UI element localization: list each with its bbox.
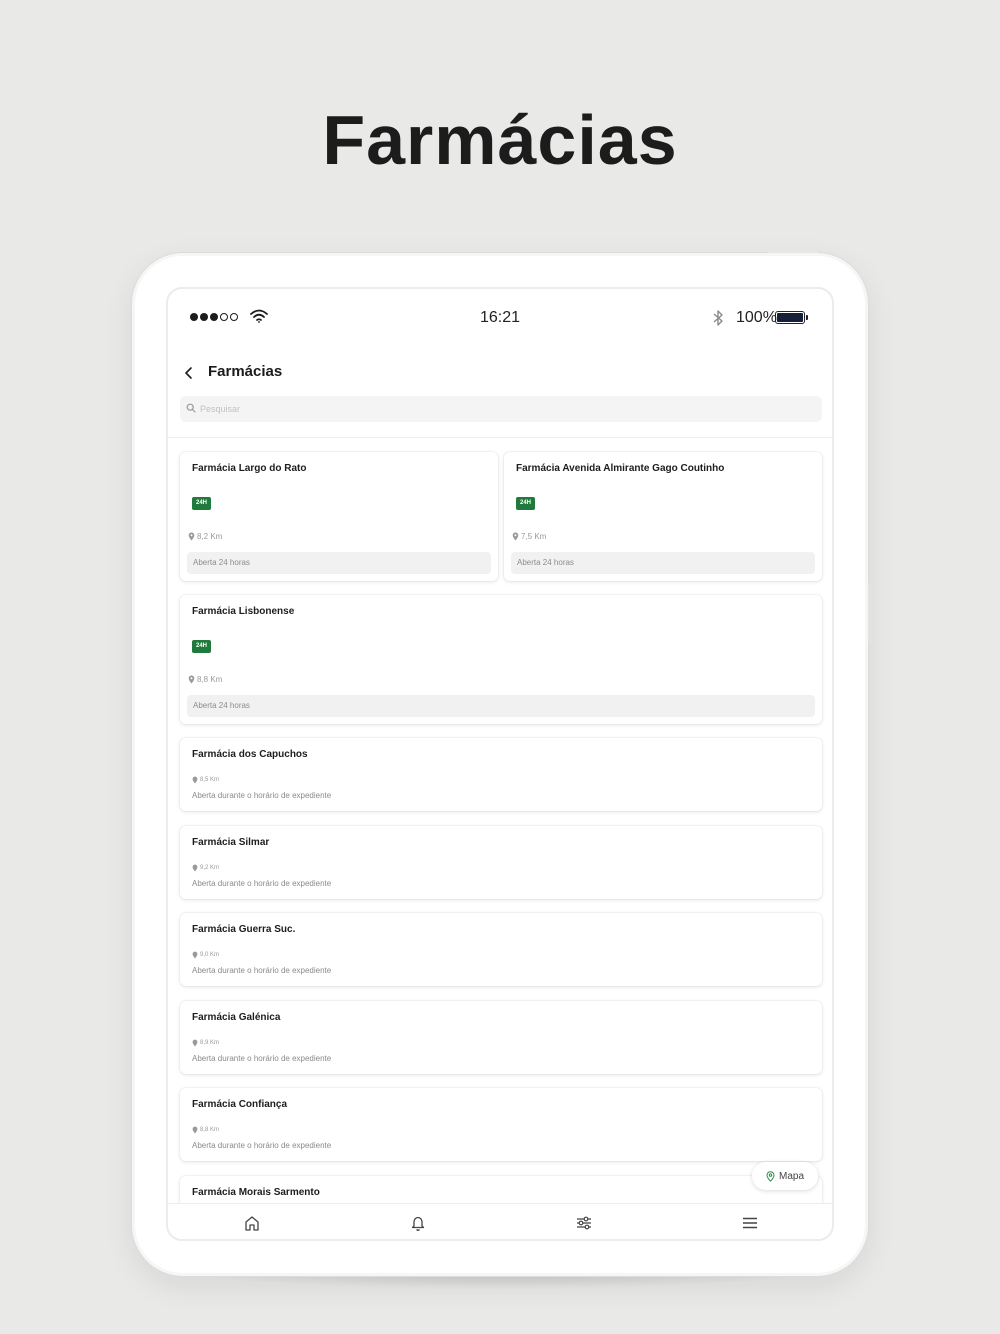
pharmacy-card[interactable]: Farmácia Galénica 8,9 Km Aberta durante … bbox=[180, 1001, 822, 1074]
distance-row: 9,2 Km bbox=[192, 864, 219, 872]
distance-text: 9,2 Km bbox=[200, 865, 220, 871]
pharmacy-name: Farmácia Largo do Rato bbox=[192, 463, 307, 474]
distance-row: 8,5 Km bbox=[192, 776, 219, 784]
bluetooth-icon bbox=[713, 310, 723, 326]
location-pin-icon bbox=[188, 532, 195, 541]
hours-text: Aberta durante o horário de expediente bbox=[192, 879, 332, 888]
hours-box: Aberta 24 horas bbox=[187, 552, 491, 574]
distance-row: 8,9 Km bbox=[192, 1039, 219, 1047]
distance-row: 8,2 Km bbox=[188, 532, 222, 541]
battery-icon bbox=[775, 311, 808, 324]
hours-box: Aberta 24 horas bbox=[511, 552, 815, 574]
hours-box: Aberta 24 horas bbox=[187, 695, 815, 717]
distance-text: 8,9 Km bbox=[200, 1040, 220, 1046]
back-chevron-icon[interactable] bbox=[182, 365, 196, 381]
pharmacy-card[interactable]: Farmácia Confiança 8,8 Km Aberta durante… bbox=[180, 1088, 822, 1161]
distance-text: 8,2 Km bbox=[197, 532, 223, 541]
pharmacy-card[interactable]: Farmácia Guerra Suc. 9,0 Km Aberta duran… bbox=[180, 913, 822, 986]
map-button-label: Mapa bbox=[778, 1170, 804, 1182]
hours-text: Aberta 24 horas bbox=[193, 558, 250, 567]
pharmacy-name: Farmácia Avenida Almirante Gago Coutinho bbox=[516, 463, 725, 474]
distance-text: 8,8 Km bbox=[197, 675, 223, 684]
pharmacy-name: Farmácia Guerra Suc. bbox=[192, 924, 296, 935]
tablet-side-button bbox=[868, 583, 872, 643]
pharmacy-name: Farmácia Galénica bbox=[192, 1012, 281, 1023]
pharmacy-card[interactable]: Farmácia dos Capuchos 8,5 Km Aberta dura… bbox=[180, 738, 822, 811]
hours-text: Aberta 24 horas bbox=[193, 701, 250, 710]
hours-text: Aberta durante o horário de expediente bbox=[192, 791, 332, 800]
distance-text: 7,5 Km bbox=[521, 532, 547, 541]
pharmacy-card-24h[interactable]: Farmácia Lisbonense 24H 8,8 Km Aberta 24… bbox=[180, 595, 822, 724]
hours-text: Aberta 24 horas bbox=[517, 558, 574, 567]
distance-text: 8,8 Km bbox=[200, 1127, 220, 1133]
hours-text: Aberta durante o horário de expediente bbox=[192, 1054, 332, 1063]
map-pin-icon bbox=[766, 1170, 775, 1182]
sliders-icon[interactable] bbox=[574, 1214, 594, 1232]
pharmacy-name: Farmácia Confiança bbox=[192, 1099, 288, 1110]
location-pin-icon bbox=[192, 1126, 198, 1134]
location-pin-icon bbox=[512, 532, 519, 541]
location-pin-icon bbox=[192, 864, 198, 872]
map-button[interactable]: Mapa bbox=[752, 1162, 818, 1190]
distance-text: 9,0 Km bbox=[200, 952, 220, 958]
distance-row: 7,5 Km bbox=[512, 532, 546, 541]
distance-text: 8,5 Km bbox=[200, 777, 220, 783]
search-icon bbox=[186, 403, 196, 413]
bottom-navigation bbox=[168, 1203, 832, 1239]
pharmacy-card-24h[interactable]: Farmácia Avenida Almirante Gago Coutinho… bbox=[504, 452, 822, 581]
location-pin-icon bbox=[192, 951, 198, 959]
tablet-power-button bbox=[768, 250, 818, 253]
header-divider bbox=[168, 437, 832, 438]
24h-badge: 24H bbox=[192, 497, 212, 510]
distance-row: 8,8 Km bbox=[188, 675, 222, 684]
search-bar[interactable] bbox=[180, 396, 822, 422]
24h-badge: 24H bbox=[192, 640, 212, 653]
hours-text: Aberta durante o horário de expediente bbox=[192, 1141, 332, 1150]
distance-row: 8,8 Km bbox=[192, 1126, 219, 1134]
24h-badge: 24H bbox=[516, 497, 536, 510]
status-time: 16:21 bbox=[479, 309, 521, 326]
pharmacy-name: Farmácia dos Capuchos bbox=[192, 749, 308, 760]
pharmacy-card-24h[interactable]: Farmácia Largo do Rato 24H 8,2 Km Aberta… bbox=[180, 452, 498, 581]
status-bar: 16:21 100% bbox=[168, 289, 832, 349]
location-pin-icon bbox=[192, 1039, 198, 1047]
home-icon[interactable] bbox=[242, 1214, 262, 1232]
hours-text: Aberta durante o horário de expediente bbox=[192, 966, 332, 975]
headline: Farmácias bbox=[322, 101, 678, 179]
pharmacy-card[interactable]: Farmácia Silmar 9,2 Km Aberta durante o … bbox=[180, 826, 822, 899]
page-title: Farmácias bbox=[208, 363, 283, 380]
bell-icon[interactable] bbox=[408, 1214, 428, 1232]
menu-icon[interactable] bbox=[740, 1214, 760, 1232]
location-pin-icon bbox=[188, 675, 195, 684]
distance-row: 9,0 Km bbox=[192, 951, 219, 959]
pharmacy-name: Farmácia Morais Sarmento bbox=[192, 1187, 320, 1198]
location-pin-icon bbox=[192, 776, 198, 784]
pharmacy-name: Farmácia Silmar bbox=[192, 837, 270, 848]
battery-percentage: 100% bbox=[736, 309, 777, 326]
app-screen: 16:21 100% Farmácias Farmácia Largo do R… bbox=[166, 287, 834, 1241]
search-input[interactable] bbox=[200, 400, 800, 418]
pharmacy-name: Farmácia Lisbonense bbox=[192, 606, 295, 617]
